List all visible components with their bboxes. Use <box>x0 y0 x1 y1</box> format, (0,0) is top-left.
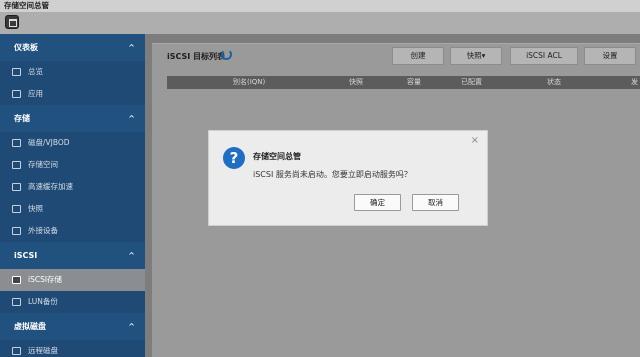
cache-icon <box>12 183 21 191</box>
sidebar-section-dashboard[interactable]: 仪表板 ^ <box>0 34 145 61</box>
window-title: 存储空间总管 <box>0 0 640 12</box>
sidebar-item-cache[interactable]: 高速缓存加速 <box>0 176 145 198</box>
sidebar-section-virtual-disk[interactable]: 虚拟磁盘 ^ <box>0 313 145 340</box>
sidebar-section-label: iSCSI <box>14 251 38 260</box>
column-header-status[interactable]: 状态 <box>547 76 561 89</box>
sidebar-item-label: 快照 <box>28 204 43 213</box>
sidebar-item-label: 应用 <box>28 89 43 98</box>
dialog-title: 存储空间总管 <box>253 152 301 161</box>
service-start-dialog: × ? 存储空间总管 iSCSI 服务尚未启动。您要立即启动服务吗？ 确定 取消 <box>208 130 488 226</box>
storage-icon <box>12 161 21 169</box>
column-header-more[interactable]: 发 <box>631 76 638 89</box>
question-icon: ? <box>223 147 245 169</box>
sidebar-item-storage-space[interactable]: 存储空间 <box>0 154 145 176</box>
snapshot-icon <box>12 205 21 213</box>
chevron-up-icon: ^ <box>128 114 135 123</box>
column-header-alias[interactable]: 别名(IQN) <box>233 76 265 89</box>
remote-disk-icon <box>12 347 21 355</box>
table-header: 别名(IQN) 快照 容量 已配置 状态 发 <box>167 76 640 89</box>
create-button[interactable]: 创建 <box>392 47 444 65</box>
sidebar-item-label: 存储空间 <box>28 160 58 169</box>
settings-button[interactable]: 设置 <box>584 47 636 65</box>
app-toolbar <box>0 12 640 34</box>
iscsi-drive-icon <box>12 276 21 284</box>
sidebar-item-external[interactable]: 外接设备 <box>0 220 145 242</box>
snapshot-dropdown-button[interactable]: 快照▾ <box>450 47 502 65</box>
chevron-up-icon: ^ <box>128 43 135 52</box>
lun-backup-icon <box>12 298 21 306</box>
confirm-button[interactable]: 确定 <box>354 194 401 211</box>
external-device-icon <box>12 227 21 235</box>
sidebar-item-iscsi-storage[interactable]: iSCSI存储 <box>0 269 145 291</box>
sidebar-item-label: 高速缓存加速 <box>28 182 73 191</box>
sidebar-item-lun-backup[interactable]: LUN备份 <box>0 291 145 313</box>
sidebar-item-label: LUN备份 <box>28 297 58 306</box>
cancel-button[interactable]: 取消 <box>412 194 459 211</box>
chevron-up-icon: ^ <box>128 322 135 331</box>
column-header-capacity[interactable]: 容量 <box>407 76 421 89</box>
sidebar-section-label: 仪表板 <box>14 43 38 52</box>
overview-icon <box>12 68 21 76</box>
sidebar-item-label: 远程磁盘 <box>28 346 58 355</box>
dialog-message: iSCSI 服务尚未启动。您要立即启动服务吗？ <box>253 170 412 179</box>
sidebar-section-label: 存储 <box>14 114 30 123</box>
iscsi-acl-button[interactable]: iSCSI ACL <box>510 47 578 65</box>
column-header-snapshot[interactable]: 快照 <box>349 76 363 89</box>
sidebar-item-disks[interactable]: 磁盘/VJBOD <box>0 132 145 154</box>
disk-icon <box>12 139 21 147</box>
sidebar-section-label: 虚拟磁盘 <box>14 322 46 331</box>
sidebar-item-overview[interactable]: 总览 <box>0 61 145 83</box>
sidebar-item-apps[interactable]: 应用 <box>0 83 145 105</box>
panel-title: iSCSI 目标列表 <box>167 52 226 61</box>
sidebar-item-label: 总览 <box>28 67 43 76</box>
chart-icon <box>12 90 21 98</box>
app-menu-icon[interactable] <box>5 15 19 29</box>
chevron-up-icon: ^ <box>128 251 135 260</box>
sidebar-item-label: 磁盘/VJBOD <box>28 138 70 147</box>
sidebar-item-label: 外接设备 <box>28 226 58 235</box>
refresh-icon[interactable] <box>221 49 232 60</box>
sidebar-section-iscsi[interactable]: iSCSI ^ <box>0 242 145 269</box>
sidebar-item-label: iSCSI存储 <box>28 275 63 284</box>
sidebar-item-snapshot[interactable]: 快照 <box>0 198 145 220</box>
sidebar-section-storage[interactable]: 存储 ^ <box>0 105 145 132</box>
column-header-configured[interactable]: 已配置 <box>461 76 482 89</box>
sidebar: 仪表板 ^ 总览 应用 存储 ^ 磁盘/VJBOD 存储空间 高速缓存加速 快照… <box>0 34 145 357</box>
sidebar-item-remote-disk[interactable]: 远程磁盘 <box>0 340 145 357</box>
close-icon[interactable]: × <box>471 135 479 146</box>
